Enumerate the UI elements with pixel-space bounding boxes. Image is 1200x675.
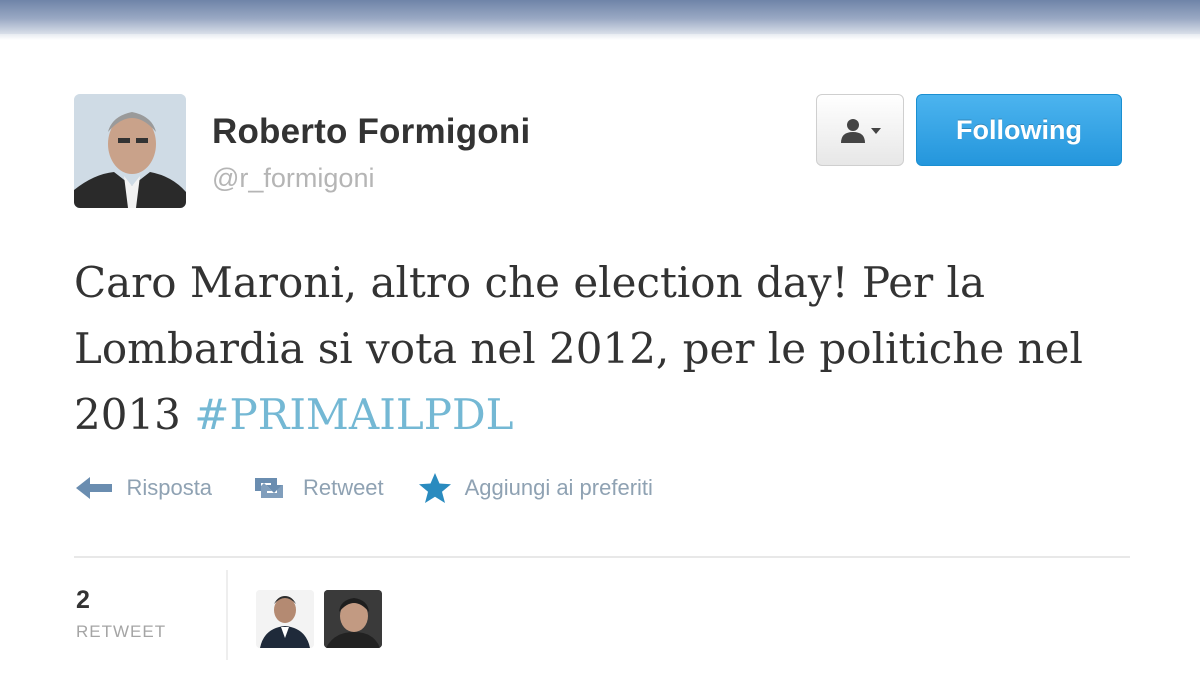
tweet-text: Caro Maroni, altro che election day! Per… <box>74 250 1134 448</box>
stats-divider <box>74 556 1130 558</box>
following-button[interactable]: Following <box>916 94 1122 166</box>
reply-action[interactable]: Risposta <box>74 474 212 502</box>
user-dropdown-icon <box>841 119 881 143</box>
tweet-actions: Risposta Retweet Aggiungi ai preferiti <box>74 472 683 512</box>
retweeter-avatar-image <box>324 590 382 648</box>
stats-separator <box>226 570 228 660</box>
hashtag-link[interactable]: #PRIMAILPDL <box>194 390 513 439</box>
author-avatar[interactable] <box>74 94 186 208</box>
retweet-count-label[interactable]: RETWEET <box>76 622 166 642</box>
user-actions-dropdown-button[interactable] <box>816 94 904 166</box>
retweet-icon <box>254 478 283 498</box>
retweeter-avatar[interactable] <box>324 590 382 648</box>
favorite-label: Aggiungi ai preferiti <box>464 475 653 500</box>
retweeter-avatar-image <box>256 590 314 648</box>
author-handle[interactable]: @r_formigoni <box>212 163 374 194</box>
top-banner-strip <box>0 0 1200 34</box>
star-icon <box>419 473 452 503</box>
retweet-action[interactable]: Retweet <box>247 473 384 503</box>
retweet-count[interactable]: 2 <box>76 586 90 615</box>
author-name[interactable]: Roberto Formigoni <box>212 112 530 152</box>
favorite-action[interactable]: Aggiungi ai preferiti <box>418 472 653 504</box>
reply-arrow-icon <box>76 477 112 499</box>
retweet-label: Retweet <box>302 475 384 500</box>
retweeter-avatar[interactable] <box>256 590 314 648</box>
reply-label: Risposta <box>126 475 213 500</box>
author-avatar-image <box>74 94 186 208</box>
